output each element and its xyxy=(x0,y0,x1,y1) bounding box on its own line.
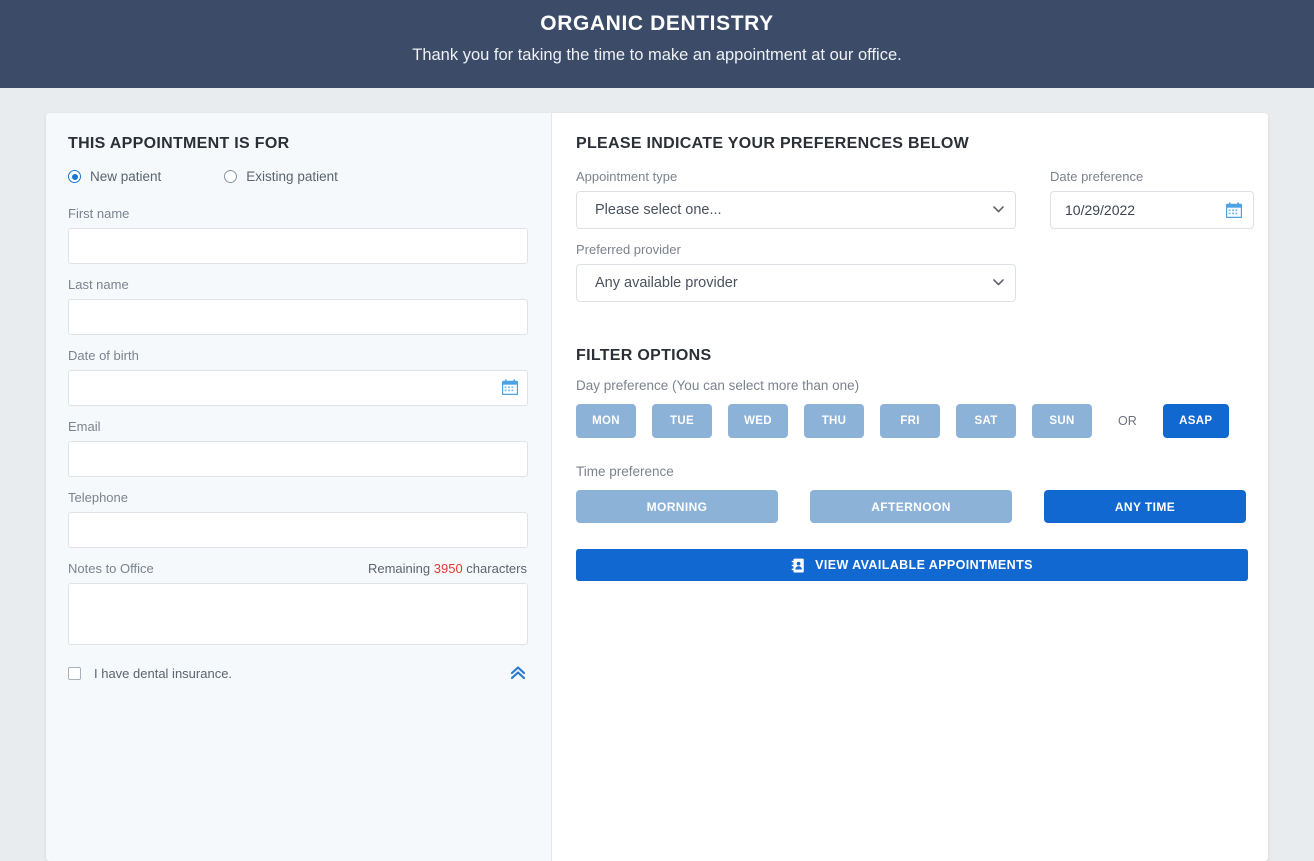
notes-label: Notes to Office xyxy=(68,561,154,576)
page-body: THIS APPOINTMENT IS FOR New patient Exis… xyxy=(0,88,1314,861)
field-telephone: Telephone xyxy=(68,490,527,548)
day-button-sat[interactable]: SAT xyxy=(956,404,1016,438)
chevron-double-up-icon[interactable] xyxy=(508,663,528,683)
day-button-fri[interactable]: FRI xyxy=(880,404,940,438)
day-button-wed[interactable]: WED xyxy=(728,404,788,438)
preferences-panel: PLEASE INDICATE YOUR PREFERENCES BELOW A… xyxy=(552,113,1268,861)
field-first-name: First name xyxy=(68,206,527,264)
day-button-tue[interactable]: TUE xyxy=(652,404,712,438)
field-preferred-provider: Preferred provider Any available provide… xyxy=(576,242,1016,302)
or-separator-label: OR xyxy=(1118,414,1137,428)
patient-type-radio-group: New patient Existing patient xyxy=(68,169,527,184)
telephone-label: Telephone xyxy=(68,490,527,505)
preferences-left-column: Appointment type Please select one... Pr… xyxy=(576,169,1016,315)
last-name-label: Last name xyxy=(68,277,527,292)
first-name-input[interactable] xyxy=(68,228,528,264)
right-section-title: PLEASE INDICATE YOUR PREFERENCES BELOW xyxy=(576,135,1254,153)
filter-options-title: FILTER OPTIONS xyxy=(576,347,1254,365)
field-notes-to-office: Notes to Office Remaining 3950 character… xyxy=(68,561,527,645)
first-name-label: First name xyxy=(68,206,527,221)
date-preference-label: Date preference xyxy=(1050,169,1254,184)
dental-insurance-checkbox[interactable] xyxy=(68,667,81,680)
field-email: Email xyxy=(68,419,527,477)
field-date-preference: Date preference 10/29/2022 xyxy=(1050,169,1254,229)
remaining-count: 3950 xyxy=(434,561,463,576)
time-preference-label: Time preference xyxy=(576,464,1254,479)
time-button-any-time[interactable]: ANY TIME xyxy=(1044,490,1246,523)
radio-option-existing-patient[interactable]: Existing patient xyxy=(224,169,338,184)
radio-new-patient-label: New patient xyxy=(90,169,161,184)
left-section-title: THIS APPOINTMENT IS FOR xyxy=(68,135,527,153)
view-button-label: VIEW AVAILABLE APPOINTMENTS xyxy=(815,558,1033,572)
field-date-of-birth: Date of birth xyxy=(68,348,527,406)
appointment-form-card: THIS APPOINTMENT IS FOR New patient Exis… xyxy=(46,113,1268,861)
email-label: Email xyxy=(68,419,527,434)
radio-existing-patient-label: Existing patient xyxy=(246,169,338,184)
last-name-input[interactable] xyxy=(68,299,528,335)
day-button-mon[interactable]: MON xyxy=(576,404,636,438)
preferred-provider-select[interactable]: Any available provider xyxy=(576,264,1016,302)
field-last-name: Last name xyxy=(68,277,527,335)
page-subtitle: Thank you for taking the time to make an… xyxy=(0,42,1314,68)
notes-textarea[interactable] xyxy=(68,583,528,645)
time-preference-button-group: MORNING AFTERNOON ANY TIME xyxy=(576,490,1254,523)
preferences-right-column: Date preference 10/29/2022 xyxy=(1050,169,1254,315)
page-header: ORGANIC DENTISTRY Thank you for taking t… xyxy=(0,0,1314,88)
date-of-birth-input[interactable] xyxy=(68,370,528,406)
patient-info-panel: THIS APPOINTMENT IS FOR New patient Exis… xyxy=(46,113,552,861)
date-preference-input[interactable]: 10/29/2022 xyxy=(1050,191,1254,229)
day-preference-button-group: MON TUE WED THU FRI SAT SUN OR ASAP xyxy=(576,404,1254,438)
radio-existing-patient-indicator[interactable] xyxy=(224,170,237,183)
notes-label-row: Notes to Office Remaining 3950 character… xyxy=(68,561,527,576)
radio-option-new-patient[interactable]: New patient xyxy=(68,169,161,184)
telephone-input[interactable] xyxy=(68,512,528,548)
preferred-provider-label: Preferred provider xyxy=(576,242,1016,257)
time-button-afternoon[interactable]: AFTERNOON xyxy=(810,490,1012,523)
dental-insurance-label: I have dental insurance. xyxy=(94,666,508,681)
appointment-type-label: Appointment type xyxy=(576,169,1016,184)
remaining-prefix: Remaining xyxy=(368,561,430,576)
address-book-icon xyxy=(791,558,806,573)
email-input[interactable] xyxy=(68,441,528,477)
day-button-thu[interactable]: THU xyxy=(804,404,864,438)
remaining-suffix: characters xyxy=(466,561,527,576)
view-available-appointments-button[interactable]: VIEW AVAILABLE APPOINTMENTS xyxy=(576,549,1248,581)
asap-button[interactable]: ASAP xyxy=(1163,404,1229,438)
day-button-sun[interactable]: SUN xyxy=(1032,404,1092,438)
insurance-row: I have dental insurance. xyxy=(68,663,528,683)
notes-remaining-counter: Remaining 3950 characters xyxy=(368,561,527,576)
time-button-morning[interactable]: MORNING xyxy=(576,490,778,523)
day-preference-label: Day preference (You can select more than… xyxy=(576,378,1254,393)
page-title: ORGANIC DENTISTRY xyxy=(0,9,1314,39)
radio-new-patient-indicator[interactable] xyxy=(68,170,81,183)
field-appointment-type: Appointment type Please select one... xyxy=(576,169,1016,229)
preferences-grid: Appointment type Please select one... Pr… xyxy=(576,169,1254,315)
appointment-type-select[interactable]: Please select one... xyxy=(576,191,1016,229)
date-of-birth-label: Date of birth xyxy=(68,348,527,363)
